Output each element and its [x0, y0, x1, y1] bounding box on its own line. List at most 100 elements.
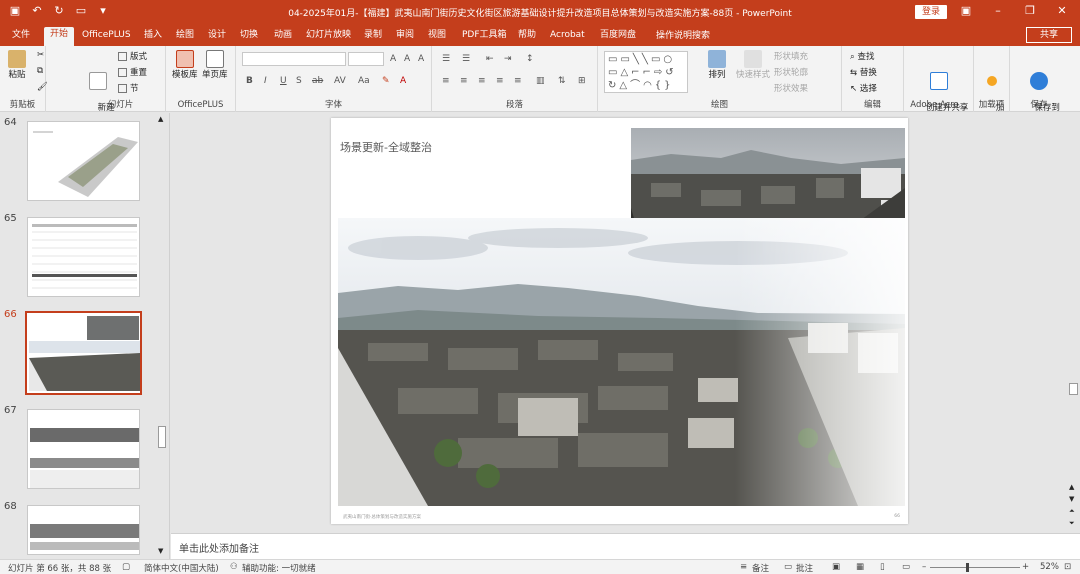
share-button[interactable]: 共享: [1026, 27, 1072, 43]
spellcheck-icon[interactable]: ▢: [122, 562, 130, 572]
tab-13[interactable]: 帮助: [512, 28, 542, 46]
ribbon-display-icon[interactable]: ▣: [950, 4, 982, 17]
tab-0[interactable]: 文件: [6, 28, 36, 46]
next-slide-icon[interactable]: ⏷: [1069, 519, 1075, 528]
slideshow-icon[interactable]: ▭: [902, 562, 910, 572]
scroll-up-icon[interactable]: ▲: [158, 115, 163, 123]
prev-slide-icon[interactable]: ⏶: [1069, 507, 1075, 516]
tab-14[interactable]: Acrobat: [544, 28, 591, 46]
scroll-down-icon[interactable]: ▼: [1069, 495, 1074, 503]
slide-thumbnail[interactable]: [27, 409, 140, 489]
columns-icon[interactable]: ▥: [536, 76, 545, 86]
accessibility-status[interactable]: 辅助功能: 一切就绪: [242, 562, 316, 574]
slide-title[interactable]: 场景更新-全域整治: [340, 139, 432, 155]
section-button[interactable]: 节: [118, 82, 139, 94]
scroll-thumb[interactable]: [158, 426, 166, 448]
language-status[interactable]: 简体中文(中国大陆): [144, 562, 219, 574]
zoom-slider[interactable]: [930, 567, 1020, 568]
find-button[interactable]: ⌕ 查找: [850, 50, 874, 62]
thumbnail-scrollbar[interactable]: ▲ ▼: [156, 113, 168, 559]
tab-2[interactable]: OfficePLUS: [76, 28, 137, 46]
minimize-icon[interactable]: –: [982, 4, 1014, 17]
paste-button[interactable]: 粘贴: [8, 50, 26, 81]
align-right-icon[interactable]: ≡: [478, 76, 486, 86]
scroll-thumb[interactable]: [1069, 383, 1078, 395]
tab-7[interactable]: 动画: [268, 28, 298, 46]
notes-pane[interactable]: 单击此处添加备注: [171, 533, 1080, 559]
aerial-photo-main[interactable]: [338, 218, 905, 506]
zoom-slider-knob[interactable]: [966, 563, 969, 572]
numbering-icon[interactable]: ☰: [462, 54, 470, 64]
justify-icon[interactable]: ≡: [496, 76, 504, 86]
tell-me-search[interactable]: 操作说明搜索: [656, 28, 710, 41]
login-button[interactable]: 登录: [915, 5, 947, 19]
change-case-icon[interactable]: Aa: [358, 76, 370, 86]
tab-6[interactable]: 切换: [234, 28, 264, 46]
font-color-icon[interactable]: A: [400, 76, 406, 86]
single-page-library-button[interactable]: 单页库: [202, 50, 228, 81]
shape-effect-button[interactable]: 形状效果: [774, 82, 808, 94]
zoom-out-icon[interactable]: –: [922, 562, 926, 572]
copy-icon[interactable]: ⧉: [37, 66, 43, 76]
comments-button[interactable]: 批注: [796, 562, 813, 574]
cut-icon[interactable]: ✂: [37, 50, 44, 60]
tab-3[interactable]: 插入: [138, 28, 168, 46]
tab-8[interactable]: 幻灯片放映: [300, 28, 357, 46]
tab-11[interactable]: 视图: [422, 28, 452, 46]
shadow-icon[interactable]: S: [296, 76, 302, 86]
format-painter-icon[interactable]: 🖌: [37, 82, 48, 92]
reading-view-icon[interactable]: ▯: [880, 562, 885, 572]
layout-button[interactable]: 版式: [118, 50, 147, 62]
clear-format-icon[interactable]: A: [418, 54, 424, 64]
shape-gallery[interactable]: ▭▭╲╲▭○ ▭△⌐⌐⇨↺ ↻△⌒◠{}: [604, 51, 688, 93]
restore-icon[interactable]: ❐: [1014, 4, 1046, 17]
notes-placeholder[interactable]: 单击此处添加备注: [179, 540, 259, 555]
arrange-button[interactable]: 排列: [708, 50, 726, 81]
bold-icon[interactable]: B: [246, 76, 253, 86]
decrease-indent-icon[interactable]: ⇤: [486, 54, 494, 64]
smartart-icon[interactable]: ⊞: [578, 76, 586, 86]
line-spacing-icon[interactable]: ↕: [526, 54, 534, 64]
shape-fill-button[interactable]: 形状填充: [774, 50, 808, 62]
font-size-input[interactable]: [348, 52, 384, 66]
spacing-icon[interactable]: AV: [334, 76, 346, 86]
align-center-icon[interactable]: ≡: [460, 76, 468, 86]
decrease-font-icon[interactable]: A: [404, 54, 410, 64]
slide-thumbnail[interactable]: [27, 217, 140, 297]
quick-styles-button[interactable]: 快速样式: [736, 50, 770, 81]
zoom-level[interactable]: 52%: [1040, 562, 1059, 572]
notes-button[interactable]: 备注: [752, 562, 769, 574]
tab-15[interactable]: 百度网盘: [594, 28, 642, 46]
strikethrough-icon[interactable]: ab: [312, 76, 323, 86]
current-slide[interactable]: 场景更新-全域整治 武夷山南门街·总体策划与改造实施方案 66: [331, 118, 908, 524]
tab-12[interactable]: PDF工具箱: [456, 28, 513, 46]
slide-thumbnail-active[interactable]: [25, 311, 142, 395]
slide-sorter-icon[interactable]: ▦: [856, 562, 864, 572]
tab-5[interactable]: 设计: [202, 28, 232, 46]
tab-9[interactable]: 录制: [358, 28, 388, 46]
zoom-in-icon[interactable]: +: [1022, 562, 1029, 572]
reset-button[interactable]: 重置: [118, 66, 147, 78]
slide-scrollbar[interactable]: ▲ ▼ ⏶ ⏷: [1066, 113, 1080, 533]
underline-icon[interactable]: U: [280, 76, 287, 86]
scroll-down-icon[interactable]: ▼: [158, 547, 163, 555]
tab-4[interactable]: 绘图: [170, 28, 200, 46]
italic-icon[interactable]: I: [264, 76, 267, 86]
distributed-icon[interactable]: ≡: [514, 76, 522, 86]
font-name-input[interactable]: [242, 52, 346, 66]
slide-thumbnail[interactable]: [27, 505, 140, 555]
close-icon[interactable]: ✕: [1046, 4, 1078, 17]
text-direction-icon[interactable]: ⇅: [558, 76, 566, 86]
tab-1[interactable]: 开始: [44, 27, 75, 46]
increase-indent-icon[interactable]: ⇥: [504, 54, 512, 64]
select-button[interactable]: ↖ 选择: [850, 82, 877, 94]
replace-button[interactable]: ⇆ 替换: [850, 66, 877, 78]
slide-thumbnail[interactable]: [27, 121, 140, 201]
align-left-icon[interactable]: ≡: [442, 76, 450, 86]
template-library-button[interactable]: 模板库: [172, 50, 198, 81]
fit-slide-icon[interactable]: ⊡: [1064, 562, 1071, 572]
shape-outline-button[interactable]: 形状轮廓: [774, 66, 808, 78]
increase-font-icon[interactable]: A: [390, 54, 396, 64]
bullets-icon[interactable]: ☰: [442, 54, 450, 64]
highlight-icon[interactable]: ✎: [382, 76, 390, 86]
